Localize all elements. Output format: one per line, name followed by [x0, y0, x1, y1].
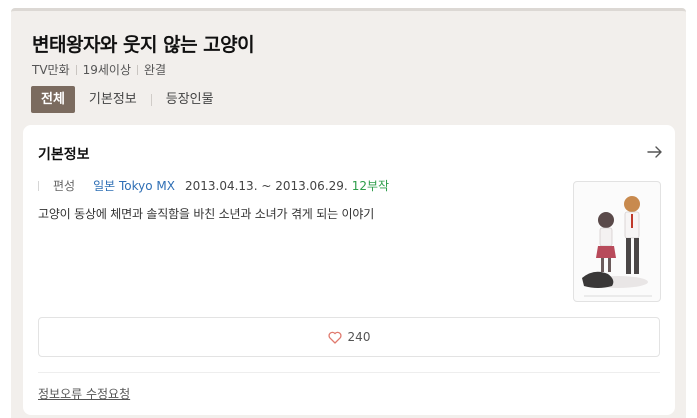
meta-divider [137, 64, 139, 75]
arrow-right-icon[interactable] [647, 145, 663, 159]
tab-bar: 전체 기본정보 등장인물 [31, 86, 228, 113]
tab-all[interactable]: 전체 [31, 86, 75, 113]
card-title[interactable]: 기본정보 [38, 144, 90, 164]
meta-divider [75, 64, 77, 75]
episode-count: 12부작 [351, 179, 390, 193]
like-button[interactable]: 240 [38, 317, 660, 357]
channel-link[interactable]: 일본 Tokyo MX [93, 177, 175, 194]
tab-basic-info[interactable]: 기본정보 [75, 86, 151, 113]
broadcast-row: 편성 일본 Tokyo MX 2013.04.13. ~ 2013.06.29.… [38, 177, 389, 194]
report-error-link[interactable]: 정보오류 수정요청 [38, 385, 130, 402]
broadcast-dates: 2013.04.13. ~ 2013.06.29. [184, 178, 348, 193]
card-divider [38, 372, 660, 373]
tab-characters[interactable]: 등장인물 [152, 86, 228, 113]
poster-image[interactable] [573, 181, 661, 302]
meta-info: TV만화 19세이상 완결 [32, 61, 166, 78]
basic-info-card: 기본정보 편성 일본 Tokyo MX 2013.04.13. ~ 2013.0… [23, 125, 675, 415]
row-divider [38, 180, 39, 191]
like-count: 240 [347, 330, 371, 344]
meta-category: TV만화 [32, 63, 70, 77]
content-panel: 변태왕자와 웃지 않는 고양이 TV만화 19세이상 완결 전체 기본정보 등장… [11, 8, 686, 418]
synopsis: 고양이 동상에 체면과 솔직함을 바친 소년과 소녀가 겪게 되는 이야기 [38, 207, 375, 221]
meta-rating: 19세이상 [82, 63, 132, 77]
heart-icon [328, 331, 342, 344]
meta-status: 완결 [144, 63, 167, 77]
page-title: 변태왕자와 웃지 않는 고양이 [32, 34, 255, 56]
broadcast-label: 편성 [53, 179, 76, 193]
poster-illustration [582, 196, 652, 297]
